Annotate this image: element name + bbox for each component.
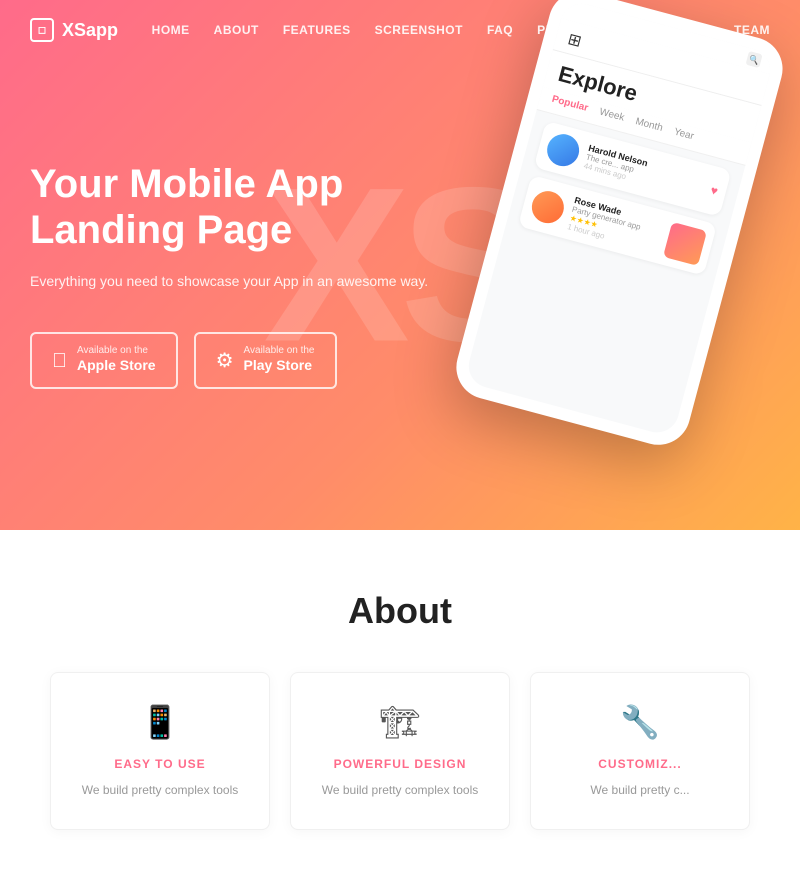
nav-features[interactable]: FEATURES (283, 23, 351, 37)
nav-home[interactable]: HOME (152, 23, 190, 37)
about-card-customize-desc: We build pretty c... (590, 781, 689, 799)
mobile-icon: 📱 (140, 703, 180, 741)
navbar: ◻ XSapp HOME ABOUT FEATURES SCREENSHOT F… (0, 0, 800, 60)
hero-subtitle: Everything you need to showcase your App… (30, 271, 450, 292)
nav-faq[interactable]: FAQ (487, 23, 513, 37)
about-card-powerful: 🏗 POWERFUL DESIGN We build pretty comple… (290, 672, 510, 830)
brand: ◻ XSapp (30, 18, 118, 42)
apple-store-button[interactable]:  Available on the Apple Store (30, 332, 178, 388)
heart-icon-1: ♥ (709, 183, 720, 198)
android-store-label: Play Store (244, 356, 315, 374)
hero-section: XS Your Mobile App Landing Page Everythi… (0, 0, 800, 530)
hero-title: Your Mobile App Landing Page (30, 161, 450, 253)
about-card-powerful-desc: We build pretty complex tools (322, 781, 479, 799)
logo-icon: ◻ (30, 18, 54, 42)
brand-name: XSapp (62, 20, 118, 41)
about-card-customize: 🔧 CUSTOMIZ... We build pretty c... (530, 672, 750, 830)
nav-about[interactable]: ABOUT (214, 23, 259, 37)
nav-testimonials[interactable]: TESTIMONIALS (615, 23, 710, 37)
about-card-easy: 📱 EASY TO USE We build pretty complex to… (50, 672, 270, 830)
phone-avatar-1 (544, 131, 583, 170)
phone-outer: 🔍 ⊞ Explore Popular Week Month Year (449, 0, 790, 452)
android-available-label: Available on the (244, 346, 315, 356)
phone-screen: 🔍 ⊞ Explore Popular Week Month Year (464, 0, 775, 437)
phone-avatar-2 (528, 187, 567, 226)
apple-store-text: Available on the Apple Store (77, 346, 156, 374)
nav-links: HOME ABOUT FEATURES SCREENSHOT FAQ PRICI… (152, 21, 770, 39)
about-card-powerful-title: POWERFUL DESIGN (334, 757, 467, 771)
phone-item-info-1: Harold Nelson The cre... app 44 mins ago (583, 143, 707, 201)
apple-store-label: Apple Store (77, 356, 156, 374)
play-store-button[interactable]: ⚙ Available on the Play Store (194, 332, 337, 388)
about-title: About (30, 590, 770, 632)
about-card-customize-title: CUSTOMIZ... (598, 757, 681, 771)
android-icon: ⚙ (216, 351, 234, 371)
phone-tab-month[interactable]: Month (634, 116, 664, 134)
hero-content: Your Mobile App Landing Page Everything … (30, 161, 450, 388)
phone-tab-popular[interactable]: Popular (551, 94, 590, 114)
apple-available-label: Available on the (77, 346, 156, 356)
phone-item-info-2: Rose Wade Party generator app ★★★★ 1 hou… (566, 195, 664, 255)
nav-screenshot[interactable]: SCREENSHOT (375, 23, 463, 37)
about-section: About 📱 EASY TO USE We build pretty comp… (0, 530, 800, 870)
phone-tab-week[interactable]: Week (598, 106, 625, 123)
play-store-text: Available on the Play Store (244, 346, 315, 374)
apple-icon:  (52, 351, 67, 371)
nav-team[interactable]: TEAM (734, 23, 770, 37)
about-cards: 📱 EASY TO USE We build pretty complex to… (30, 672, 770, 830)
hero-buttons:  Available on the Apple Store ⚙ Availab… (30, 332, 450, 388)
about-card-easy-title: EASY TO USE (114, 757, 205, 771)
customize-icon: 🔧 (620, 703, 660, 741)
about-card-easy-desc: We build pretty complex tools (82, 781, 239, 799)
phone-thumb-img-2 (663, 221, 707, 265)
phone-mockup: 🔍 ⊞ Explore Popular Week Month Year (434, 0, 800, 530)
design-icon: 🏗 (380, 703, 421, 741)
phone-tab-year[interactable]: Year (673, 126, 695, 142)
nav-pricing[interactable]: PRICING (537, 23, 591, 37)
